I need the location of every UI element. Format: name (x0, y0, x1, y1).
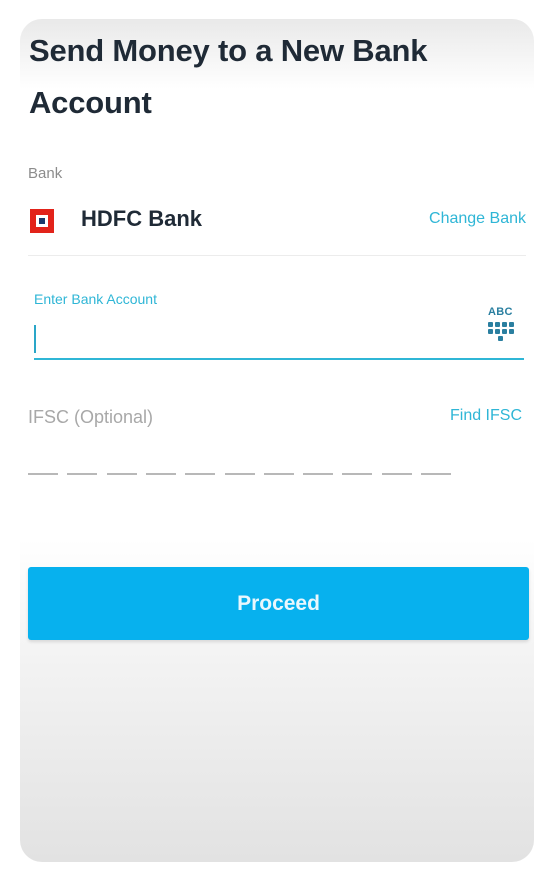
ifsc-char-slot (382, 473, 412, 475)
proceed-button[interactable]: Proceed (28, 567, 529, 640)
text-caret (34, 325, 36, 353)
divider (28, 255, 526, 256)
bank-name: HDFC Bank (81, 206, 203, 231)
bank-account-label: Enter Bank Account (34, 291, 157, 307)
selected-bank-row: HDFC Bank Change Bank (28, 204, 528, 244)
ifsc-input[interactable] (28, 459, 458, 483)
keyboard-abc-label: ABC (488, 306, 513, 318)
bank-label: Bank (28, 165, 63, 182)
ifsc-char-slot (342, 473, 372, 475)
ifsc-char-slot (146, 473, 176, 475)
ifsc-char-slot (185, 473, 215, 475)
keyboard-toggle-button[interactable]: ABC (487, 306, 521, 342)
page-title: Send Money to a New Bank Account (29, 33, 428, 120)
screen: Send Money to a New Bank Account Bank HD… (20, 19, 534, 862)
ifsc-char-slot (107, 473, 137, 475)
ifsc-char-slot (264, 473, 294, 475)
ifsc-char-slot (303, 473, 333, 475)
ifsc-char-slot (225, 473, 255, 475)
ifsc-char-slot (28, 473, 58, 475)
ifsc-char-slot (421, 473, 451, 475)
bank-account-input[interactable] (34, 319, 489, 357)
change-bank-link[interactable]: Change Bank (429, 210, 526, 228)
bank-account-underline (34, 358, 524, 360)
ifsc-char-slot (67, 473, 97, 475)
hdfc-logo-icon (30, 209, 54, 233)
find-ifsc-link[interactable]: Find IFSC (450, 407, 522, 425)
ifsc-label: IFSC (Optional) (28, 407, 154, 427)
